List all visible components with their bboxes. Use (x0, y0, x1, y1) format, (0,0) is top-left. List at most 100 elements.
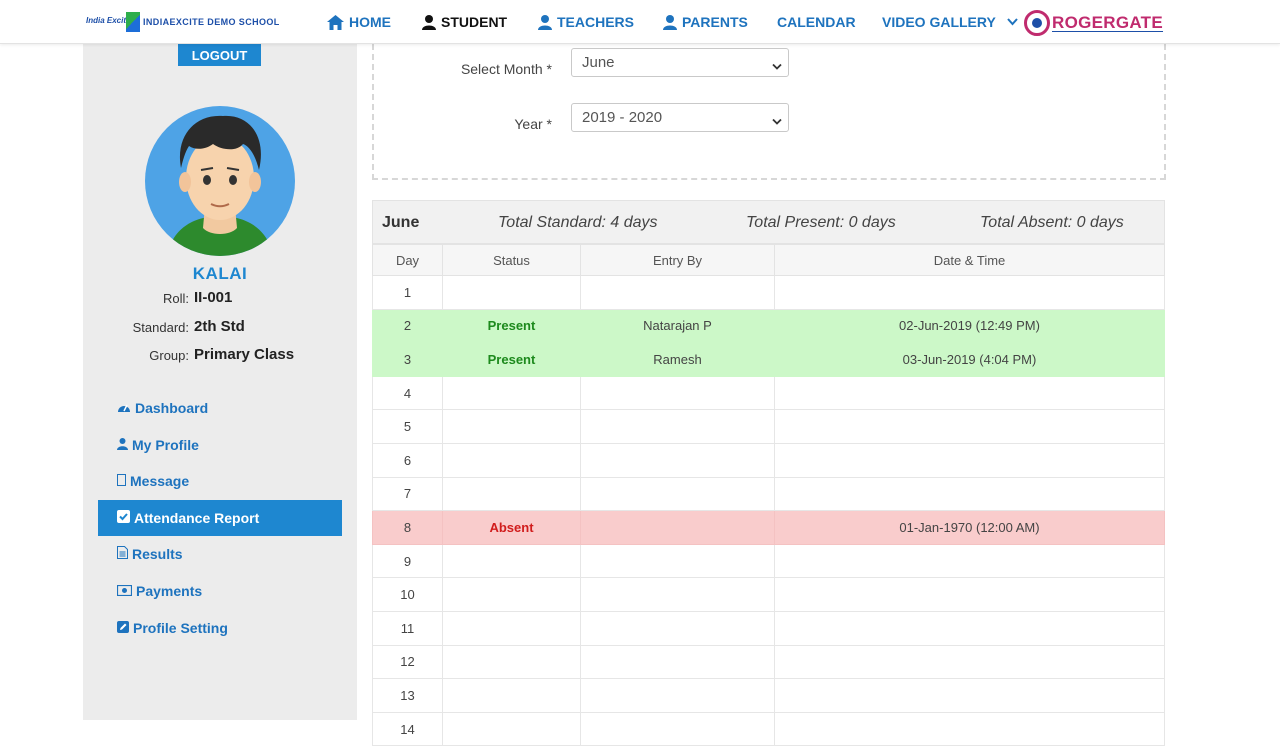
user-icon (422, 14, 436, 30)
table-row: 5 (372, 409, 1165, 444)
cell-date-time (774, 442, 1165, 478)
month-select[interactable]: June (571, 48, 789, 77)
cell-entry-by (580, 442, 775, 478)
cell-date-time (774, 375, 1165, 411)
partner-logo[interactable]: ROGERGATE (1024, 9, 1163, 37)
cell-entry-by (580, 543, 775, 579)
cell-date-time (774, 275, 1165, 310)
cell-status (442, 577, 581, 612)
cell-entry-by: Ramesh (580, 342, 775, 377)
cell-status (442, 442, 581, 478)
table-row: 13 (372, 678, 1165, 713)
top-navbar: India Excite INDIAEXCITE DEMO SCHOOL HOM… (0, 0, 1280, 44)
cell-day: 10 (372, 577, 443, 612)
sidebar-item-label: Results (132, 546, 183, 562)
cell-day: 6 (372, 442, 443, 478)
nav-parents-label: PARENTS (682, 14, 748, 30)
cell-status (442, 543, 581, 579)
cell-entry-by (580, 510, 775, 545)
sidebar-item-results[interactable]: Results (98, 536, 342, 572)
sidebar: LOGOUT KALAI Roll: II-001 Standard: 2th … (83, 44, 357, 720)
logout-button[interactable]: LOGOUT (178, 44, 261, 66)
sidebar-item-label: Dashboard (135, 400, 209, 416)
cell-date-time (774, 543, 1165, 579)
cell-entry-by (580, 275, 775, 310)
table-row: 8 Absent 01-Jan-1970 (12:00 AM) (372, 510, 1165, 545)
cell-date-time (774, 644, 1165, 680)
sidebar-item-profile-setting[interactable]: Profile Setting (98, 610, 342, 646)
year-label: Year * (514, 116, 552, 132)
cell-day: 5 (372, 409, 443, 444)
table-header-row: Day Status Entry By Date & Time (372, 244, 1165, 276)
user-icon (663, 14, 677, 30)
cell-entry-by (580, 409, 775, 444)
sidebar-item-payments[interactable]: Payments (98, 573, 342, 609)
cell-status: Present (442, 308, 581, 344)
standard-label: Standard: (132, 320, 189, 335)
standard-value: 2th Std (194, 318, 245, 335)
table-row: 14 (372, 711, 1165, 746)
cell-status (442, 678, 581, 713)
checkbox-icon (117, 510, 130, 526)
column-header-status: Status (442, 244, 581, 276)
brand-logo-mark (126, 12, 140, 32)
cell-status (442, 375, 581, 411)
sidebar-item-label: Payments (136, 583, 203, 599)
brand-logo-text: India Excite (86, 16, 131, 25)
table-row: 12 (372, 644, 1165, 680)
cell-day: 3 (372, 342, 443, 377)
nav-student[interactable]: STUDENT (422, 0, 507, 44)
month-label: Select Month * (460, 61, 552, 77)
cell-date-time: 02-Jun-2019 (12:49 PM) (774, 308, 1165, 344)
table-row: 10 (372, 577, 1165, 612)
attendance-summary: June Total Standard: 4 days Total Presen… (372, 200, 1165, 244)
dashboard-gauge-icon (117, 400, 131, 416)
nav-video-gallery[interactable]: VIDEO GALLERY (882, 0, 1018, 44)
sidebar-item-dashboard[interactable]: Dashboard (98, 390, 342, 426)
nav-home-label: HOME (349, 14, 391, 30)
nav-teachers[interactable]: TEACHERS (538, 0, 634, 44)
nav-home[interactable]: HOME (327, 0, 391, 44)
month-select-value: June (582, 54, 615, 71)
cell-day: 1 (372, 275, 443, 310)
user-icon (538, 14, 552, 30)
cell-entry-by (580, 577, 775, 612)
nav-parents[interactable]: PARENTS (663, 0, 748, 44)
brand-link[interactable]: India Excite INDIAEXCITE DEMO SCHOOL (86, 12, 280, 32)
roll-label: Roll: (162, 291, 189, 306)
chevron-down-icon (772, 58, 782, 75)
home-icon (327, 14, 344, 30)
cell-status: Absent (442, 510, 581, 545)
student-name: KALAI (192, 264, 248, 283)
nav-calendar[interactable]: CALENDAR (777, 0, 856, 44)
table-row: 2 Present Natarajan P 02-Jun-2019 (12:49 PM… (372, 308, 1165, 344)
roll-value: II-001 (194, 289, 233, 306)
nav-student-label: STUDENT (441, 14, 508, 30)
table-row: 1 (372, 275, 1165, 310)
chevron-down-icon (1007, 18, 1018, 26)
sidebar-item-label: Attendance Report (134, 510, 260, 526)
cell-date-time (774, 476, 1165, 512)
cell-status (442, 476, 581, 512)
document-icon (117, 546, 128, 562)
sidebar-item-message[interactable]: Message (98, 463, 342, 499)
summary-total-absent: Total Absent: 0 days (980, 214, 1124, 231)
table-row: 11 (372, 610, 1165, 646)
summary-total-standard: Total Standard: 4 days (498, 214, 658, 231)
column-header-date-time: Date & Time (774, 244, 1165, 276)
table-row: 9 (372, 543, 1165, 579)
cell-entry-by (580, 644, 775, 680)
partner-logo-mark (1024, 10, 1050, 36)
year-select[interactable]: 2019 - 2020 (571, 103, 789, 132)
money-icon (116, 583, 133, 599)
avatar (145, 106, 295, 256)
table-row: 6 (372, 442, 1165, 478)
cell-day: 11 (372, 610, 443, 646)
user-icon (117, 437, 128, 453)
cell-entry-by (580, 678, 775, 713)
sidebar-item-label: Message (130, 473, 190, 489)
column-header-entry-by: Entry By (580, 244, 775, 276)
sidebar-item-attendance-report[interactable]: Attendance Report (98, 500, 342, 536)
sidebar-item-my-profile[interactable]: My Profile (98, 427, 342, 463)
table-row: 7 (372, 476, 1165, 512)
